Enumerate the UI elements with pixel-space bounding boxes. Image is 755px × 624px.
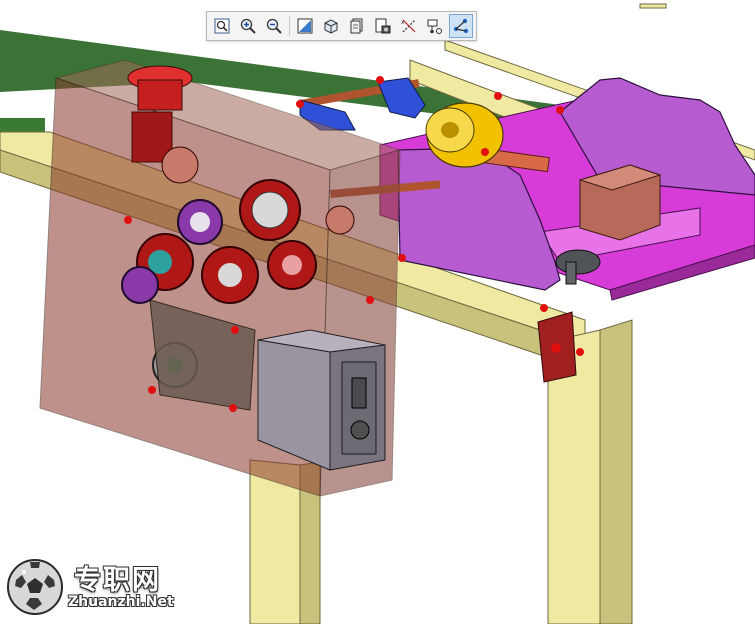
yellow-roller[interactable] (425, 102, 504, 168)
view-manager-button[interactable] (371, 14, 395, 38)
cad-3d-model[interactable] (0, 0, 755, 624)
svg-text:x: x (401, 19, 405, 26)
toolbar-separator (289, 16, 290, 36)
view-toolbar: x (206, 11, 477, 41)
watermark-brand-en: Zhuanzhi.Net (68, 594, 174, 610)
saved-views-icon (350, 18, 363, 34)
datum-display-icon: x (401, 19, 416, 33)
soccer-ball-logo (7, 559, 63, 615)
watermark-brand-cn: 专职网 (74, 565, 161, 596)
spin-center-button[interactable] (423, 14, 447, 38)
model-viewport[interactable]: x 专职网 Zhuanzhi.Net (0, 0, 755, 624)
site-watermark: 专职网 Zhuanzhi.Net (4, 556, 194, 620)
zoom-in-icon (240, 18, 256, 34)
zoom-fit-button[interactable] (210, 14, 234, 38)
annotation-display-icon (453, 18, 469, 34)
repaint-button[interactable] (293, 14, 317, 38)
saved-views-button[interactable] (345, 14, 369, 38)
repaint-icon (297, 18, 313, 34)
zoom-out-button[interactable] (262, 14, 286, 38)
spin-center-icon (427, 19, 442, 34)
zoom-fit-icon (214, 18, 230, 34)
display-style-button[interactable] (319, 14, 343, 38)
zoom-in-button[interactable] (236, 14, 260, 38)
annotation-display-button[interactable] (449, 14, 473, 38)
zoom-out-icon (266, 18, 282, 34)
display-style-icon (324, 19, 338, 34)
view-manager-icon (375, 18, 391, 34)
datum-display-button[interactable]: x (397, 14, 421, 38)
